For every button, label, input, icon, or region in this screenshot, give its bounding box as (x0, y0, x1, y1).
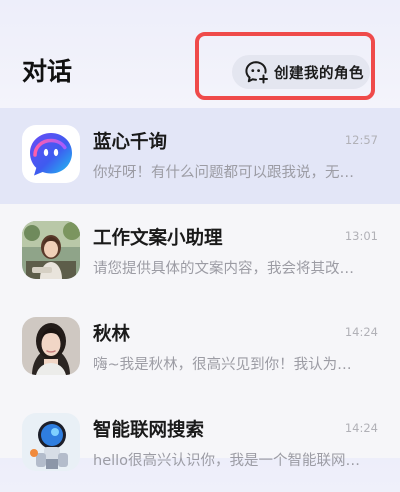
conversation-item[interactable]: 秋林 14:24 嗨~我是秋林，很高兴见到你！我认为… (0, 300, 400, 396)
conversation-preview: 嗨~我是秋林，很高兴见到你！我认为… (93, 357, 352, 373)
conversation-list: 蓝心千询 12:57 你好呀！有什么问题都可以跟我说，无… 工作文案小助理 13… (0, 108, 400, 492)
page-title: 对话 (22, 57, 73, 86)
qiulin-portrait-avatar (22, 317, 80, 375)
create-role-label: 创建我的角色 (274, 65, 364, 82)
conversation-title: 蓝心千询 (93, 132, 168, 153)
conversation-title: 秋林 (93, 324, 131, 345)
conversation-preview: 请您提供具体的文案内容，我会将其改… (93, 261, 354, 277)
robot-avatar (22, 413, 80, 471)
conversation-title: 工作文案小助理 (93, 228, 223, 249)
chat-bubble-plus-icon (242, 58, 270, 86)
conversation-time: 13:01 (344, 229, 378, 243)
bluecore-logo-avatar (22, 125, 80, 183)
conversation-preview: 你好呀！有什么问题都可以跟我说，无… (93, 165, 354, 181)
create-role-button[interactable]: 创建我的角色 (232, 55, 370, 89)
conversation-preview: hello很高兴认识你，我是一个智能联网… (93, 453, 361, 469)
conversation-time: 12:57 (344, 133, 378, 147)
conversation-time: 14:24 (344, 325, 378, 339)
assistant-portrait-avatar (22, 221, 80, 279)
conversation-time: 14:24 (344, 421, 378, 435)
conversation-item[interactable]: 蓝心千询 12:57 你好呀！有什么问题都可以跟我说，无… (0, 108, 400, 204)
conversation-item[interactable]: 智能联网搜索 14:24 hello很高兴认识你，我是一个智能联网… (0, 396, 400, 492)
conversation-title: 智能联网搜索 (93, 420, 205, 441)
conversation-item[interactable]: 工作文案小助理 13:01 请您提供具体的文案内容，我会将其改… (0, 204, 400, 300)
header: 对话 创建我的角色 (0, 0, 400, 108)
